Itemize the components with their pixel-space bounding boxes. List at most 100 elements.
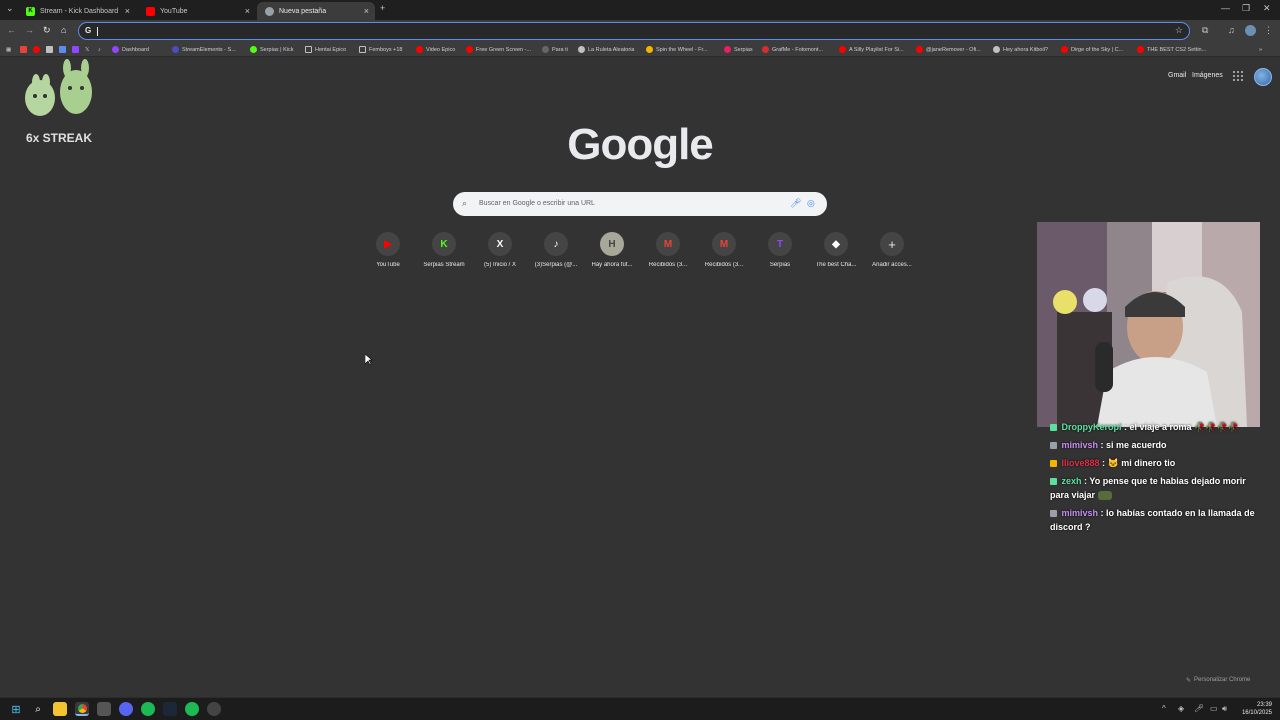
shortcut-youtube[interactable]: ▶ YouTube	[360, 232, 416, 276]
bookmark-star-icon[interactable]: ☆	[1175, 25, 1183, 36]
bookmark-ruleta[interactable]: La Ruleta Aleatoria	[578, 44, 634, 55]
maximize-icon[interactable]: ❐	[1242, 3, 1250, 14]
badge-icon	[1050, 460, 1057, 468]
tray-mic-icon[interactable]: 🎤︎	[1194, 704, 1204, 713]
close-tab-icon[interactable]: ×	[364, 6, 369, 16]
tiktok-icon: ♪	[544, 232, 568, 256]
volume-icon[interactable]: 🔊︎	[1222, 704, 1227, 714]
app-icon[interactable]	[97, 702, 111, 716]
profile-avatar[interactable]	[1254, 68, 1272, 86]
clock-time: 23:39	[1256, 702, 1272, 708]
shortcut-best-cha[interactable]: ◆ The best Cha...	[808, 232, 864, 276]
shortcut-label: YouTube	[376, 262, 400, 268]
back-icon[interactable]: ←	[7, 25, 16, 35]
bookmark-folder-femboys[interactable]: Femboys +18	[359, 44, 402, 55]
close-window-icon[interactable]: ✕	[1263, 3, 1271, 14]
steam-icon[interactable]	[163, 702, 177, 716]
shortcut-label: Añadir acces...	[872, 262, 912, 268]
minimize-icon[interactable]: —	[1221, 3, 1230, 13]
shortcut-add[interactable]: + Añadir acces...	[864, 232, 920, 276]
extensions-icon[interactable]: ⧉	[1202, 25, 1208, 36]
voice-search-icon[interactable]: 🎤︎	[790, 198, 801, 209]
forward-icon[interactable]: →	[25, 25, 34, 35]
bookmark-x-icon[interactable]: 𝕏	[85, 44, 89, 55]
discord-icon[interactable]	[119, 702, 133, 716]
bookmark-site-icon[interactable]	[59, 44, 69, 55]
tab-new-tab[interactable]: Nueva pestaña ×	[257, 2, 375, 20]
images-link[interactable]: Imágenes	[1192, 72, 1223, 79]
pencil-icon: ✎	[1186, 677, 1192, 684]
obs-icon[interactable]	[207, 702, 221, 716]
bookmark-tiktok-icon[interactable]: ♪	[98, 44, 101, 55]
shortcut-x[interactable]: X (5) Inicio / X	[472, 232, 528, 276]
search-box[interactable]: ⌕ Buscar en Google o escribir una URL 🎤︎…	[453, 192, 827, 216]
bookmark-serpias-kick[interactable]: Serpias | Kick	[250, 44, 294, 55]
bookmark-streamelements[interactable]: StreamElements - S...	[172, 44, 236, 55]
emote-icon	[1097, 491, 1112, 501]
home-icon[interactable]: ⌂	[61, 25, 66, 35]
shortcut-label: (5) Inicio / X	[483, 262, 516, 268]
file-explorer-icon[interactable]	[53, 702, 67, 716]
chat-message: zexh : Yo pense que te habias dejado mor…	[1050, 474, 1260, 502]
new-tab-icon[interactable]: +	[380, 3, 385, 13]
shortcut-gmail-2[interactable]: M Recibidos (3...	[696, 232, 752, 276]
bookmark-janeremover[interactable]: @janeRemover - Ofi...	[916, 44, 981, 55]
tab-youtube[interactable]: YouTube ×	[138, 2, 256, 20]
tab-kick-dashboard[interactable]: K Stream - Kick Dashboard ×	[18, 2, 136, 20]
bookmark-grafme[interactable]: GrafMe - Fotomont...	[762, 44, 823, 55]
spotify-icon-2[interactable]	[185, 702, 199, 716]
apps-grid-icon[interactable]: ▦	[6, 44, 11, 55]
gmail-link[interactable]: Gmail	[1168, 72, 1186, 79]
profile-avatar-small[interactable]	[1245, 25, 1256, 36]
bookmark-green-screen[interactable]: Free Green Screen -...	[466, 44, 531, 55]
search-icon[interactable]: ⌕	[31, 702, 45, 716]
spotify-icon[interactable]	[141, 702, 155, 716]
customize-chrome-button[interactable]: ✎ Personalizar Chrome	[1186, 673, 1268, 687]
tray-display-icon[interactable]: ▭	[1210, 704, 1218, 713]
kick-icon: K	[26, 6, 35, 16]
youtube-icon	[146, 6, 155, 16]
x-icon: X	[488, 232, 512, 256]
tray-app-icon[interactable]: ◈	[1178, 704, 1184, 713]
windows-start-icon[interactable]: ⊞	[9, 702, 23, 716]
chat-text: : el viaje a roma 🥀🥀🥀🥀	[1121, 422, 1239, 432]
bookmark-twitch-icon[interactable]	[72, 44, 82, 55]
bookmark-para-ti[interactable]: Para ti	[542, 44, 568, 55]
badge-icon	[1050, 510, 1057, 518]
text-caret	[97, 27, 98, 36]
bookmark-folder-hentai[interactable]: Hentai Epico	[305, 44, 346, 55]
bookmark-spin-wheel[interactable]: Spin the Wheel - Fr...	[646, 44, 708, 55]
bookmark-video-epico[interactable]: Video Epico	[416, 44, 455, 55]
tray-overflow-icon[interactable]: ^	[1162, 704, 1166, 713]
bookmark-silly-playlist[interactable]: A Silly Playlist For Si...	[839, 44, 904, 55]
bookmark-dashboard[interactable]: Dashboard	[112, 44, 149, 55]
clock[interactable]: 23:39 16/10/2025	[1242, 701, 1272, 717]
tab-search-icon[interactable]: ⌄	[6, 3, 14, 14]
reload-icon[interactable]: ↻	[43, 25, 51, 36]
bookmark-cs2-settings[interactable]: THE BEST CS2 Settin...	[1137, 44, 1206, 55]
shortcut-serpias-twitch[interactable]: T Serpias	[752, 232, 808, 276]
google-lens-icon[interactable]: ◎	[807, 198, 815, 209]
bookmark-serpias[interactable]: Serpias	[724, 44, 753, 55]
close-tab-icon[interactable]: ×	[125, 6, 130, 16]
bookmark-youtube-icon[interactable]	[33, 44, 43, 55]
chrome-icon[interactable]	[75, 702, 89, 716]
shortcut-label: Serpias Stream	[423, 262, 465, 268]
bookmark-folder-icon[interactable]	[46, 44, 56, 55]
google-apps-icon[interactable]	[1233, 71, 1243, 81]
shortcut-hay-ahora[interactable]: H Hay ahora fút...	[584, 232, 640, 276]
close-tab-icon[interactable]: ×	[245, 6, 250, 16]
bookmark-gmail-icon[interactable]	[20, 44, 30, 55]
shortcut-gmail-1[interactable]: M Recibidos (3...	[640, 232, 696, 276]
menu-icon[interactable]: ⋮	[1264, 25, 1273, 36]
shortcut-tiktok[interactable]: ♪ (3)Serpias (@...	[528, 232, 584, 276]
bookmark-dirge[interactable]: Dirge of the Sky | C...	[1061, 44, 1123, 55]
bookmarks-overflow-icon[interactable]: »	[1259, 44, 1262, 55]
chat-message: lliove888 : 🐱 mi dinero tio	[1050, 456, 1260, 470]
bookmark-kitboil[interactable]: Hey ahora Kitboil?	[993, 44, 1048, 55]
media-icon[interactable]: ♫	[1228, 25, 1235, 35]
chat-text: : 🐱 mi dinero tio	[1099, 458, 1176, 468]
shortcut-serpias-stream[interactable]: K Serpias Stream	[416, 232, 472, 276]
address-bar[interactable]: G ☆	[78, 22, 1190, 40]
kick-icon: K	[432, 232, 456, 256]
